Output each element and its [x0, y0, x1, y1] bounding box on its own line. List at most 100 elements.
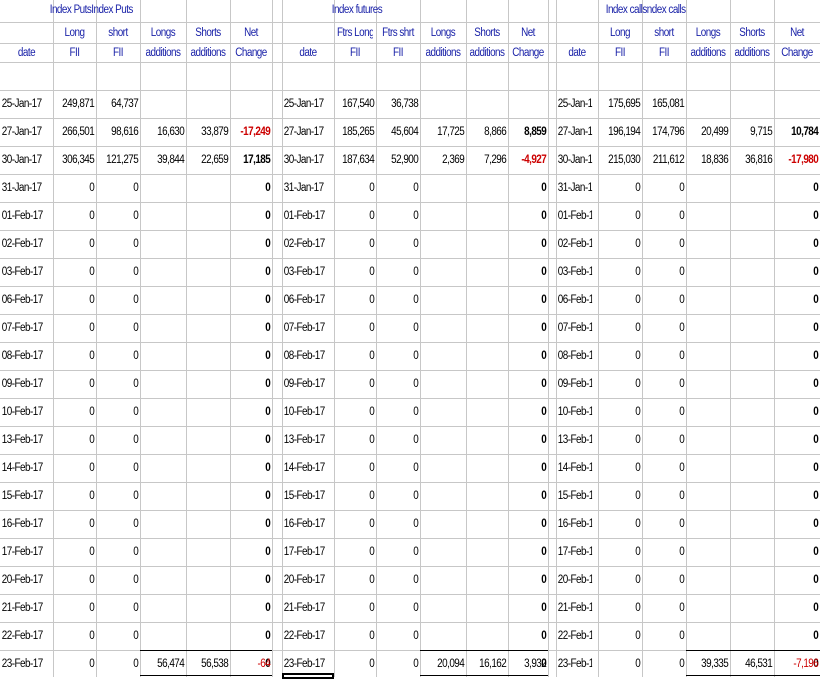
- index-futures-cell-net-change[interactable]: 0: [514, 546, 548, 559]
- index-puts-cell-long-fii[interactable]: 249,871: [59, 98, 96, 111]
- index-puts-cell-long-fii[interactable]: 0: [59, 378, 96, 391]
- index-puts-cell-net-change[interactable]: 0: [236, 546, 272, 559]
- index-futures-cell-net-change[interactable]: 0: [514, 266, 548, 279]
- index-puts-cell-net-change[interactable]: 0: [236, 490, 272, 503]
- index-calls-cell-net-change[interactable]: 0: [780, 490, 820, 503]
- index-futures-cell-short-fii[interactable]: 45,604: [382, 126, 420, 139]
- index-puts-cell-short-fii[interactable]: 0: [102, 546, 140, 559]
- index-calls-cell-date[interactable]: 27-Jan-17: [556, 126, 592, 139]
- index-calls-cell-longs-additions[interactable]: 20,499: [692, 126, 730, 139]
- index-calls-cell-date[interactable]: 06-Feb-17: [556, 294, 592, 307]
- index-calls-cell-net-change[interactable]: 0: [780, 434, 820, 447]
- index-puts-cell-long-fii[interactable]: 0: [59, 462, 96, 475]
- index-calls-cell-long-fii[interactable]: 0: [604, 462, 642, 475]
- index-puts-cell-long-fii[interactable]: 0: [59, 266, 96, 279]
- index-calls-cell-long-fii[interactable]: 0: [604, 406, 642, 419]
- index-puts-cell-date[interactable]: 13-Feb-17: [0, 434, 46, 447]
- index-calls-cell-net-change[interactable]: 0: [780, 210, 820, 223]
- index-calls-cell-longs-additions[interactable]: 18,836: [692, 154, 730, 167]
- index-puts-total-net-change[interactable]: -64: [236, 658, 272, 671]
- index-futures-cell-long-fii[interactable]: 0: [340, 574, 376, 587]
- index-calls-cell-net-change[interactable]: 10,784: [780, 126, 820, 139]
- index-futures-cell-date[interactable]: 30-Jan-17: [282, 154, 327, 167]
- index-futures-cell-date[interactable]: 10-Feb-17: [282, 406, 327, 419]
- index-futures-cell-long-fii[interactable]: 0: [340, 546, 376, 559]
- index-puts-total-longs-additions[interactable]: 56,474: [146, 658, 186, 671]
- index-puts-cell-date[interactable]: 27-Jan-17: [0, 126, 46, 139]
- index-calls-cell-date[interactable]: 01-Feb-17: [556, 210, 592, 223]
- index-puts-cell-short-fii[interactable]: 0: [102, 350, 140, 363]
- index-calls-cell-long-fii[interactable]: 0: [604, 490, 642, 503]
- index-puts-cell-net-change[interactable]: 0: [236, 294, 272, 307]
- index-puts-cell-date[interactable]: 20-Feb-17: [0, 574, 46, 587]
- index-calls-cell-net-change[interactable]: 0: [780, 182, 820, 195]
- index-calls-cell-long-fii[interactable]: 0: [604, 210, 642, 223]
- index-puts-cell-short-fii[interactable]: 64,737: [102, 98, 140, 111]
- index-futures-cell-longs-additions[interactable]: 2,369: [426, 154, 466, 167]
- index-calls-cell-date[interactable]: 25-Jan-17: [556, 98, 592, 111]
- index-puts-cell-net-change[interactable]: 0: [236, 574, 272, 587]
- index-puts-cell-short-fii[interactable]: 0: [102, 266, 140, 279]
- index-puts-cell-short-fii[interactable]: 0: [102, 462, 140, 475]
- index-futures-cell-long-fii[interactable]: 0: [340, 406, 376, 419]
- index-calls-cell-date[interactable]: 20-Feb-17: [556, 574, 592, 587]
- index-calls-cell-short-fii[interactable]: 0: [648, 658, 686, 671]
- index-futures-cell-short-fii[interactable]: 0: [382, 602, 420, 615]
- index-calls-total-shorts-additions[interactable]: 46,531: [736, 658, 774, 671]
- index-calls-cell-date[interactable]: 16-Feb-17: [556, 518, 592, 531]
- index-puts-cell-net-change[interactable]: 0: [236, 518, 272, 531]
- index-futures-cell-short-fii[interactable]: 0: [382, 434, 420, 447]
- index-puts-cell-net-change[interactable]: 0: [236, 630, 272, 643]
- index-calls-cell-long-fii[interactable]: 0: [604, 574, 642, 587]
- index-calls-cell-short-fii[interactable]: 0: [648, 238, 686, 251]
- index-puts-cell-date[interactable]: 23-Feb-17: [0, 658, 46, 671]
- index-calls-cell-short-fii[interactable]: 0: [648, 490, 686, 503]
- index-futures-cell-net-change[interactable]: 0: [514, 518, 548, 531]
- index-puts-cell-date[interactable]: 09-Feb-17: [0, 378, 46, 391]
- index-futures-cell-date[interactable]: 15-Feb-17: [282, 490, 327, 503]
- index-futures-cell-date[interactable]: 01-Feb-17: [282, 210, 327, 223]
- index-puts-cell-long-fii[interactable]: 0: [59, 350, 96, 363]
- index-puts-cell-long-fii[interactable]: 0: [59, 182, 96, 195]
- index-puts-cell-long-fii[interactable]: 0: [59, 658, 96, 671]
- index-futures-cell-net-change[interactable]: 0: [514, 210, 548, 223]
- index-calls-cell-net-change[interactable]: 0: [780, 266, 820, 279]
- index-puts-cell-date[interactable]: 02-Feb-17: [0, 238, 46, 251]
- index-puts-cell-long-fii[interactable]: 306,345: [59, 154, 96, 167]
- index-puts-cell-short-fii[interactable]: 0: [102, 518, 140, 531]
- index-calls-cell-net-change[interactable]: 0: [780, 238, 820, 251]
- index-futures-cell-long-fii[interactable]: 187,634: [340, 154, 376, 167]
- index-futures-cell-net-change[interactable]: 0: [514, 574, 548, 587]
- index-puts-cell-long-fii[interactable]: 266,501: [59, 126, 96, 139]
- index-futures-cell-date[interactable]: 22-Feb-17: [282, 630, 327, 643]
- index-calls-cell-short-fii[interactable]: 0: [648, 294, 686, 307]
- index-puts-cell-net-change[interactable]: 17,185: [236, 154, 272, 167]
- index-futures-cell-long-fii[interactable]: 167,540: [340, 98, 376, 111]
- index-puts-cell-date[interactable]: 21-Feb-17: [0, 602, 46, 615]
- active-cell-selection[interactable]: [282, 673, 334, 679]
- index-puts-cell-longs-additions[interactable]: 16,630: [146, 126, 186, 139]
- index-puts-cell-net-change[interactable]: 0: [236, 182, 272, 195]
- index-calls-cell-shorts-additions[interactable]: 36,816: [736, 154, 774, 167]
- index-puts-cell-shorts-additions[interactable]: 22,659: [192, 154, 230, 167]
- index-calls-cell-date[interactable]: 17-Feb-17: [556, 546, 592, 559]
- index-futures-cell-date[interactable]: 21-Feb-17: [282, 602, 327, 615]
- index-futures-cell-date[interactable]: 20-Feb-17: [282, 574, 327, 587]
- index-futures-cell-short-fii[interactable]: 0: [382, 518, 420, 531]
- index-puts-cell-date[interactable]: 31-Jan-17: [0, 182, 46, 195]
- index-futures-cell-date[interactable]: 31-Jan-17: [282, 182, 327, 195]
- index-puts-cell-short-fii[interactable]: 0: [102, 574, 140, 587]
- index-calls-total-longs-additions[interactable]: 39,335: [692, 658, 730, 671]
- index-futures-cell-short-fii[interactable]: 0: [382, 378, 420, 391]
- index-puts-cell-long-fii[interactable]: 0: [59, 546, 96, 559]
- spreadsheet-grid[interactable]: Index PutsIndex Puts Long short Longs Shorts…: [0, 0, 820, 679]
- index-futures-cell-long-fii[interactable]: 0: [340, 462, 376, 475]
- index-puts-cell-long-fii[interactable]: 0: [59, 434, 96, 447]
- index-futures-cell-date[interactable]: 13-Feb-17: [282, 434, 327, 447]
- index-puts-cell-short-fii[interactable]: 0: [102, 630, 140, 643]
- index-futures-cell-short-fii[interactable]: 0: [382, 490, 420, 503]
- index-puts-cell-short-fii[interactable]: 0: [102, 182, 140, 195]
- index-futures-cell-long-fii[interactable]: 0: [340, 434, 376, 447]
- index-futures-cell-long-fii[interactable]: 0: [340, 630, 376, 643]
- index-futures-cell-short-fii[interactable]: 0: [382, 630, 420, 643]
